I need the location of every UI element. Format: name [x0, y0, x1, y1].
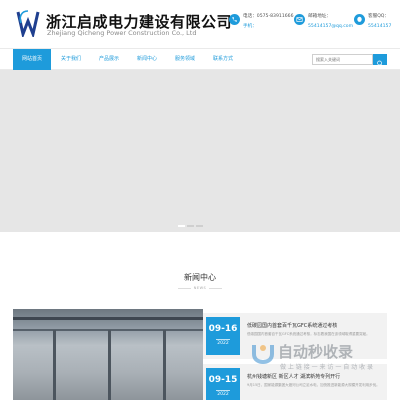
mobile-label: 手机： [243, 24, 257, 29]
hero-banner [0, 70, 400, 232]
nav-about[interactable]: 关于我们 [52, 49, 90, 70]
search-button[interactable] [373, 54, 387, 67]
company-logo-icon[interactable] [15, 9, 41, 37]
site-header: 浙江启成电力建设有限公司 Zhejiang Qicheng Power Cons… [0, 0, 400, 48]
image-detail [108, 330, 111, 400]
news-excerpt: 9月15日，国家能源集团大渡河公司立足水电，加快推进新能源大规模开发利用步伐。 [247, 383, 380, 387]
email-value[interactable]: 55414157@qq.com [308, 24, 353, 30]
nav-news[interactable]: 新闻中心 [128, 49, 166, 70]
search-input[interactable] [312, 54, 373, 65]
image-detail [13, 317, 203, 320]
qq-label: 客服QQ： [368, 14, 390, 19]
qq-icon [354, 14, 365, 25]
nav-contact[interactable]: 联系方式 [204, 49, 242, 70]
search-icon [377, 60, 383, 67]
image-detail [53, 330, 56, 400]
news-date: 09-16 2022 [206, 317, 240, 355]
watermark-logo-icon [252, 345, 274, 365]
banner-dot[interactable] [196, 225, 203, 227]
news-section-title: 新闻中心 [184, 273, 216, 282]
news-date-day: 09-16 [208, 324, 238, 334]
nav-services[interactable]: 服务领域 [166, 49, 204, 70]
divider [216, 339, 230, 340]
watermark-text: 自动秒收录 [278, 343, 354, 361]
phone-icon [229, 14, 240, 25]
news-date-year: 2022 [217, 392, 229, 397]
news-date-day: 09-15 [208, 375, 238, 385]
banner-dot[interactable] [187, 225, 194, 227]
email-label: 邮箱地址： [308, 14, 331, 19]
nav-home[interactable]: 网站首页 [13, 49, 51, 70]
news-feature-image[interactable] [13, 309, 203, 400]
qq-value[interactable]: 55414157 [368, 24, 391, 30]
news-date-year: 2022 [217, 341, 229, 346]
watermark-subtext: 做 上 链 接 一 来 访 一 自 动 收 录 [280, 364, 373, 371]
divider [209, 288, 222, 289]
page: 浙江启成电力建设有限公司 Zhejiang Qicheng Power Cons… [0, 0, 400, 400]
banner-dot[interactable] [178, 225, 185, 227]
news-date: 09-15 2022 [206, 368, 240, 400]
email-icon [294, 14, 305, 25]
news-section-subtitle: NEWS [193, 286, 207, 290]
company-name-en: Zhejiang Qicheng Power Construction Co.,… [47, 29, 197, 37]
main-nav: 网站首页 关于我们 产品展示 新闻中心 服务领域 联系方式 [0, 48, 400, 70]
divider [216, 390, 230, 391]
watermark: 自动秒收录 做 上 链 接 一 来 访 一 自 动 收 录 [250, 337, 390, 377]
image-detail [163, 330, 166, 400]
nav-products[interactable]: 产品展示 [90, 49, 128, 70]
news-title[interactable]: 低碳园国内首套百千瓦GFC系统通过考核 [247, 322, 337, 329]
phone-label: 电话：0575-83911666 [243, 14, 294, 19]
